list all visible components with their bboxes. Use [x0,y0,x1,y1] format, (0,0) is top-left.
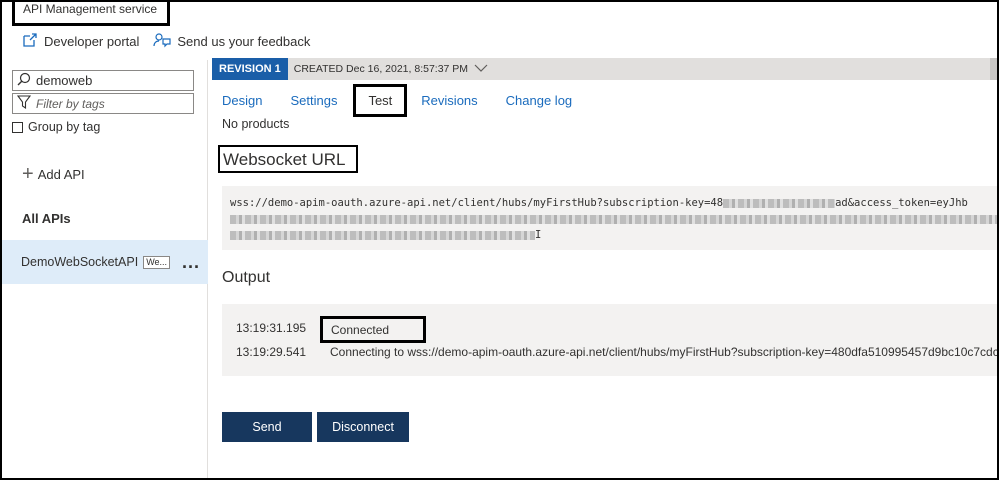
output-log: 13:19:31.195 Connected 13:19:29.541 Conn… [222,304,997,376]
more-options-icon[interactable]: ... [182,253,200,271]
revision-bar: REVISION 1 CREATED Dec 16, 2021, 8:57:37… [212,58,997,80]
websocket-url-heading: Websocket URL [218,145,358,173]
api-tabs: Design Settings Test Revisions Change lo… [212,82,582,118]
redacted-key [723,198,836,208]
add-api-label: Add API [37,166,85,182]
filter-icon [16,95,36,112]
revision-created-dropdown[interactable]: CREATED Dec 16, 2021, 8:57:37 PM [294,63,488,75]
api-search-input[interactable]: demoweb [12,70,194,91]
developer-portal-link[interactable]: Developer portal [22,32,139,51]
output-message: Connecting to wss://demo-apim-oauth.azur… [330,345,997,359]
group-by-tag-label: Group by tag [28,120,101,134]
url-line-3: I [230,227,997,243]
checkbox-icon [12,121,23,133]
tab-settings[interactable]: Settings [290,93,337,108]
websocket-url-field[interactable]: wss://demo-apim-oauth.azure-api.net/clie… [222,186,997,250]
url-line-1-end: ad&access_token=eyJhb [835,197,968,209]
output-row: 13:19:29.541 Connecting to wss://demo-ap… [236,345,997,359]
developer-portal-label: Developer portal [44,34,140,49]
revision-created-label: CREATED Dec 16, 2021, 8:57:37 PM [293,63,469,75]
feedback-link[interactable]: Send us your feedback [153,32,310,51]
revision-badge: REVISION 1 [212,58,288,80]
api-list-item[interactable]: DemoWebSocketAPI We... ... [2,240,208,284]
output-time: 13:19:31.195 [236,321,307,335]
disconnect-button[interactable]: Disconnect [317,412,409,442]
redacted-token-line-end [230,230,535,240]
connected-status: Connected [320,316,426,343]
url-line-2 [230,211,997,227]
external-link-icon [22,32,44,51]
url-line-1-start: wss://demo-apim-oauth.azure-api.net/clie… [230,197,724,209]
redacted-token-line [230,214,997,224]
output-row: 13:19:31.195 [236,321,330,335]
output-time: 13:19:29.541 [236,345,307,359]
scrollbar[interactable] [990,58,997,80]
output-heading: Output [222,269,271,286]
chevron-down-icon [468,63,488,75]
no-products-text: No products [222,117,290,131]
url-line-3-end: I [535,229,542,241]
filter-placeholder: Filter by tags [36,96,105,111]
tab-design[interactable]: Design [222,93,262,108]
api-sidebar: demoweb Filter by tags Group by tag + Ad… [2,60,208,478]
tab-change-log[interactable]: Change log [506,93,573,108]
api-name: DemoWebSocketAPI [21,255,139,269]
tab-test[interactable]: Test [353,83,408,117]
url-line-1: wss://demo-apim-oauth.azure-api.net/clie… [230,195,997,211]
plus-icon: + [22,163,34,185]
group-by-tag-checkbox[interactable]: Group by tag [12,120,100,134]
search-value: demoweb [36,73,93,88]
filter-by-tags-input[interactable]: Filter by tags [12,93,194,114]
service-title: API Management service [12,0,170,26]
search-icon [17,72,36,89]
add-api-button[interactable]: + Add API [22,163,85,185]
api-type-badge: We... [143,255,171,269]
send-button[interactable]: Send [222,412,312,442]
top-links: Developer portal Send us your feedback [22,32,324,51]
feedback-label: Send us your feedback [177,34,311,49]
all-apis-heading: All APIs [22,211,71,226]
tab-revisions[interactable]: Revisions [421,93,477,108]
feedback-icon [153,32,177,51]
